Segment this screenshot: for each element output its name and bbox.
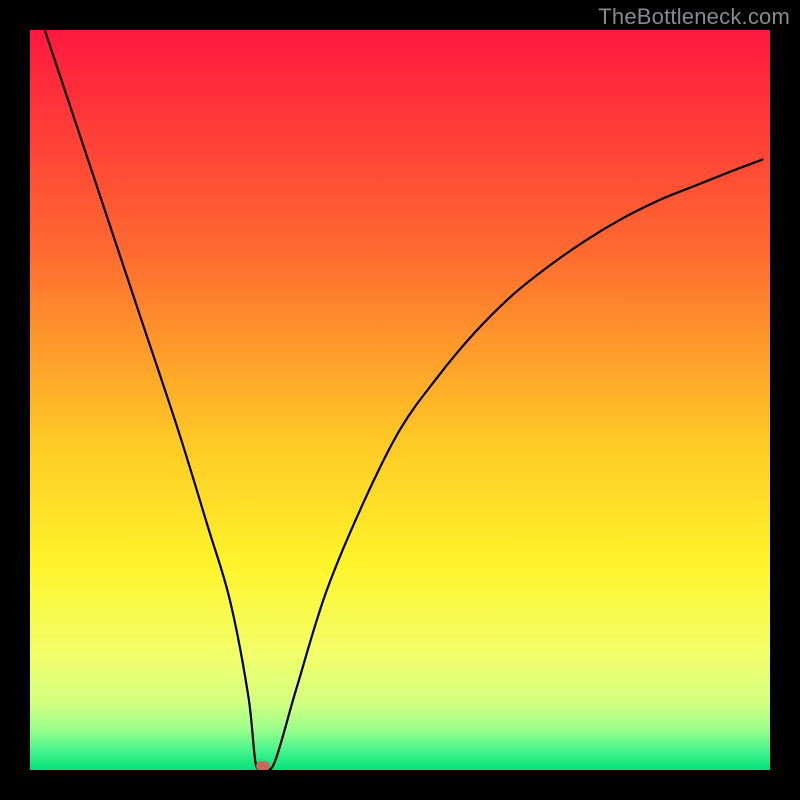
watermark-text: TheBottleneck.com	[598, 4, 790, 30]
bottleneck-curve	[45, 30, 763, 770]
minimum-marker	[256, 761, 270, 770]
curve-layer	[30, 30, 770, 770]
chart-frame: TheBottleneck.com	[0, 0, 800, 800]
plot-area	[30, 30, 770, 770]
